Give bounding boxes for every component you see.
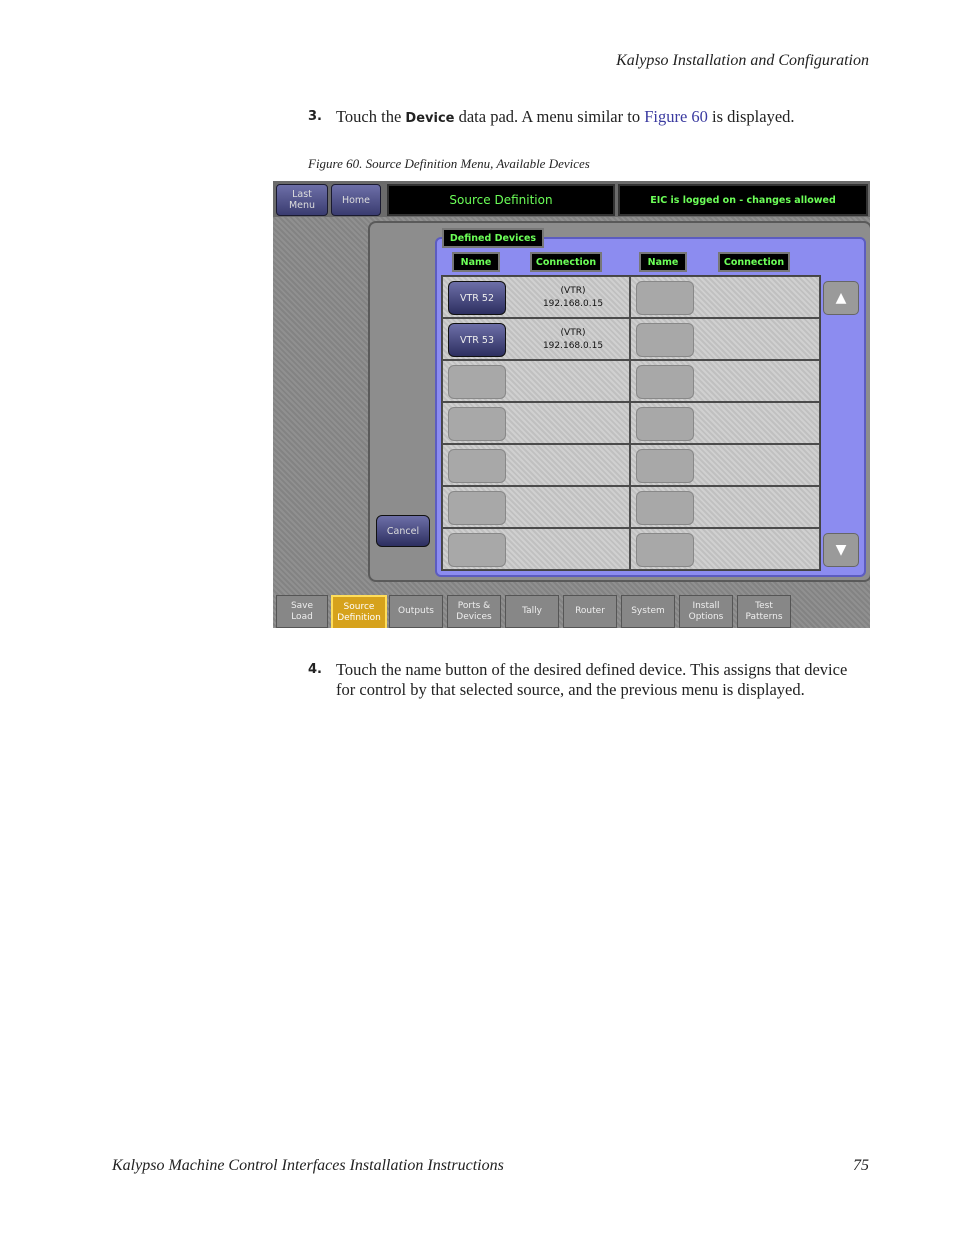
device-cell xyxy=(442,402,630,444)
connection-address: 192.168.0.15 xyxy=(542,341,604,351)
empty-device-button[interactable] xyxy=(448,449,506,483)
connection-type: (VTR) xyxy=(560,286,586,296)
connection-address: 192.168.0.15 xyxy=(542,299,604,309)
down-arrow-icon: ▼ xyxy=(835,542,847,558)
tab-tally[interactable]: Tally xyxy=(505,595,559,628)
name-header-2: Name xyxy=(639,252,687,272)
empty-device-button[interactable] xyxy=(636,407,694,441)
device-cell xyxy=(630,276,820,318)
device-keyword: Device xyxy=(405,111,455,126)
scroll-up-button[interactable]: ▲ xyxy=(823,281,859,315)
step-number: 4. xyxy=(308,662,322,677)
device-connection: (VTR) 192.168.0.15 xyxy=(523,327,623,353)
top-bar: Last Menu Home Source Definition EIC is … xyxy=(273,181,870,217)
device-name-button[interactable]: VTR 52 xyxy=(448,281,506,315)
connection-type: (VTR) xyxy=(560,328,586,338)
table-row xyxy=(442,444,820,486)
device-cell: VTR 53 (VTR) 192.168.0.15 xyxy=(442,318,630,360)
home-button[interactable]: Home xyxy=(331,184,381,216)
empty-device-button[interactable] xyxy=(636,365,694,399)
device-cell xyxy=(630,528,820,570)
footer-doc-title: Kalypso Machine Control Interfaces Insta… xyxy=(112,1157,504,1174)
tab-install-options[interactable]: Install Options xyxy=(679,595,733,628)
step-text-part: is displayed. xyxy=(707,107,795,126)
figure-caption: Figure 60. Source Definition Menu, Avail… xyxy=(308,156,590,171)
empty-device-button[interactable] xyxy=(636,491,694,525)
device-grid: VTR 52 (VTR) 192.168.0.15 VTR 53 (VTR) 192… xyxy=(441,275,821,571)
tab-test-patterns[interactable]: Test Patterns xyxy=(737,595,791,628)
empty-device-button[interactable] xyxy=(448,407,506,441)
empty-device-button[interactable] xyxy=(636,449,694,483)
table-row: VTR 53 (VTR) 192.168.0.15 xyxy=(442,318,820,360)
name-header-1: Name xyxy=(452,252,500,272)
step-4: 4. Touch the name button of the desired … xyxy=(308,660,870,700)
device-cell xyxy=(442,486,630,528)
scroll-down-button[interactable]: ▼ xyxy=(823,533,859,567)
device-cell xyxy=(630,318,820,360)
empty-device-button[interactable] xyxy=(636,281,694,315)
menu-title: Source Definition xyxy=(387,184,615,216)
cancel-button[interactable]: Cancel xyxy=(376,515,430,547)
empty-device-button[interactable] xyxy=(636,323,694,357)
device-connection: (VTR) 192.168.0.15 xyxy=(523,285,623,311)
up-arrow-icon: ▲ xyxy=(835,290,847,306)
step-3: 3. Touch the Device data pad. A menu sim… xyxy=(308,107,870,129)
device-cell xyxy=(442,528,630,570)
device-cell xyxy=(630,444,820,486)
device-name-button[interactable]: VTR 53 xyxy=(448,323,506,357)
menu-tab-bar: Save Load Source Definition Outputs Port… xyxy=(273,593,870,628)
empty-device-button[interactable] xyxy=(448,491,506,525)
source-definition-screenshot: Last Menu Home Source Definition EIC is … xyxy=(273,181,870,628)
device-cell: VTR 52 (VTR) 192.168.0.15 xyxy=(442,276,630,318)
empty-device-button[interactable] xyxy=(448,365,506,399)
device-cell xyxy=(442,360,630,402)
empty-device-button[interactable] xyxy=(448,533,506,567)
figure-link[interactable]: Figure 60 xyxy=(644,107,708,126)
step-text-part: data pad. A menu similar to xyxy=(454,107,645,126)
table-row xyxy=(442,360,820,402)
step-number: 3. xyxy=(308,109,322,124)
table-row xyxy=(442,486,820,528)
tab-ports-devices[interactable]: Ports & Devices xyxy=(447,595,501,628)
tab-save-load[interactable]: Save Load xyxy=(276,595,328,628)
step-text-part: Touch the xyxy=(336,107,406,126)
empty-device-button[interactable] xyxy=(636,533,694,567)
tab-source-definition[interactable]: Source Definition xyxy=(331,595,387,628)
device-cell xyxy=(630,402,820,444)
step-text: Touch the Device data pad. A menu simila… xyxy=(336,107,870,129)
tab-outputs[interactable]: Outputs xyxy=(389,595,443,628)
connection-header-1: Connection xyxy=(530,252,602,272)
table-row xyxy=(442,528,820,570)
defined-devices-label: Defined Devices xyxy=(442,228,544,248)
device-cell xyxy=(630,486,820,528)
step-text: Touch the name button of the desired def… xyxy=(336,660,848,699)
tab-system[interactable]: System xyxy=(621,595,675,628)
status-message: EIC is logged on - changes allowed xyxy=(618,184,868,216)
table-row xyxy=(442,402,820,444)
last-menu-button[interactable]: Last Menu xyxy=(276,184,328,216)
tab-router[interactable]: Router xyxy=(563,595,617,628)
device-cell xyxy=(442,444,630,486)
device-cell xyxy=(630,360,820,402)
page-number: 75 xyxy=(853,1157,869,1174)
connection-header-2: Connection xyxy=(718,252,790,272)
running-header: Kalypso Installation and Configuration xyxy=(616,52,869,69)
table-row: VTR 52 (VTR) 192.168.0.15 xyxy=(442,276,820,318)
